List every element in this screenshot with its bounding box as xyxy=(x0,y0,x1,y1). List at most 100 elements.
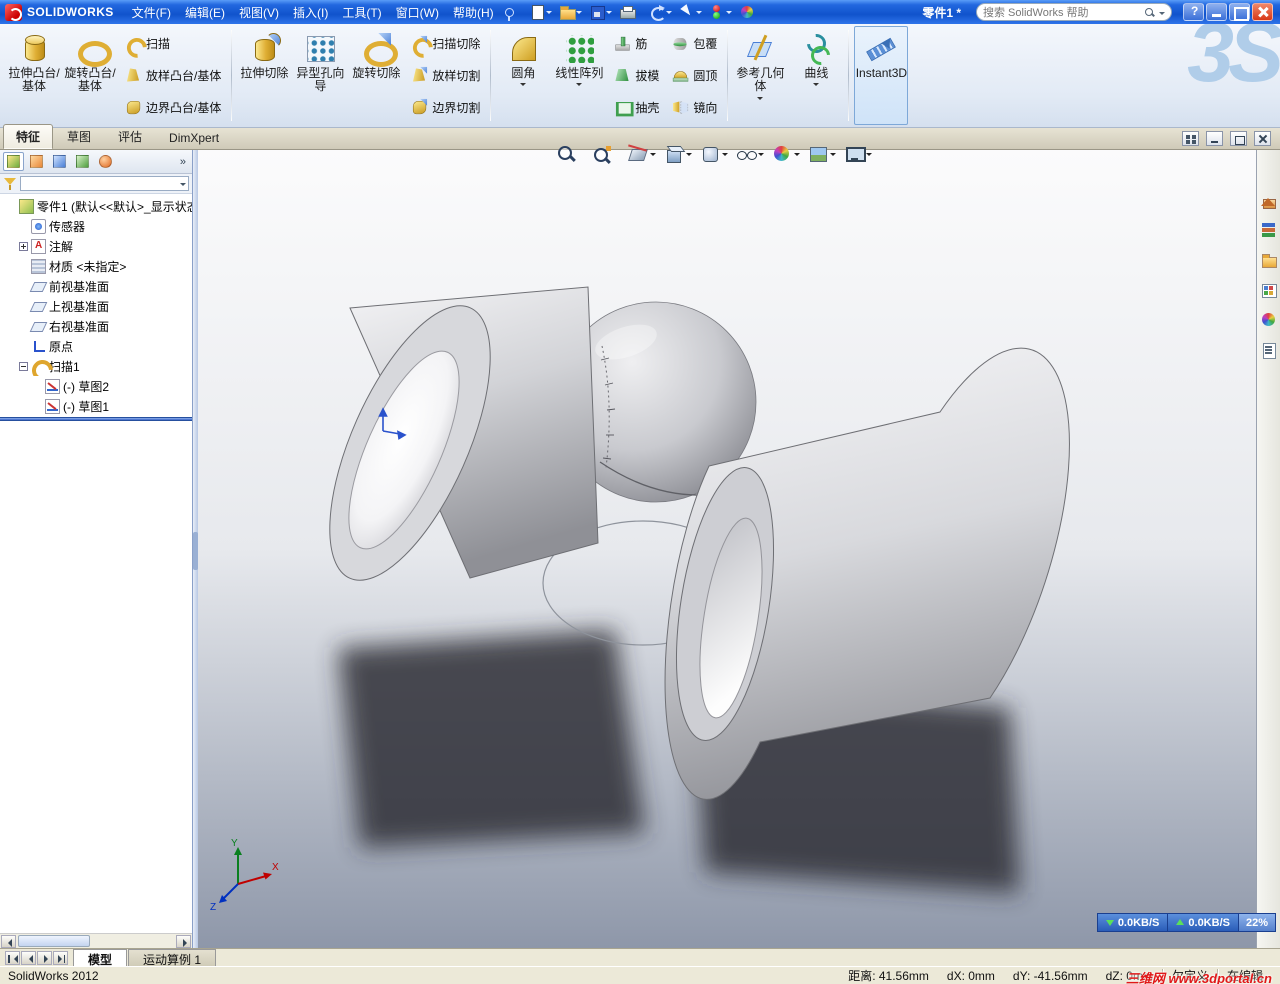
configurationmanager-tab-icon[interactable] xyxy=(49,152,70,171)
dropdown-caret[interactable] xyxy=(725,11,732,17)
next-tab-button[interactable] xyxy=(37,951,52,965)
zoom-fit-icon[interactable] xyxy=(556,144,584,164)
dropdown-caret[interactable] xyxy=(665,11,672,17)
dropdown-caret[interactable] xyxy=(686,153,692,159)
revolve-boss-button[interactable]: 旋转凸台/基体 xyxy=(63,26,117,125)
restore-document-icon[interactable] xyxy=(1230,131,1247,146)
extrude-boss-button[interactable]: 拉伸凸台/基体 xyxy=(7,26,61,125)
tree-item-annotations[interactable]: 注解 xyxy=(0,236,192,256)
hole-wizard-button[interactable]: 异型孔向导 xyxy=(293,26,347,125)
open-icon[interactable] xyxy=(557,3,585,21)
section-view-icon[interactable] xyxy=(628,144,656,164)
panel-overflow-chevron[interactable]: » xyxy=(177,156,189,168)
commandmanager-tab[interactable]: DimXpert xyxy=(156,127,232,149)
view-palette-icon[interactable] xyxy=(1258,280,1279,300)
minimize-document-icon[interactable] xyxy=(1206,131,1223,146)
appearances-scenes-icon[interactable] xyxy=(1258,310,1279,330)
display-style-icon[interactable] xyxy=(700,144,728,164)
curves-button[interactable]: 曲线 xyxy=(789,26,843,125)
scroll-left-button[interactable] xyxy=(1,934,16,948)
filter-caret[interactable] xyxy=(180,183,186,189)
menu-item[interactable]: 帮助(H) xyxy=(446,0,501,25)
close-document-icon[interactable] xyxy=(1254,131,1271,146)
search-icon[interactable] xyxy=(1145,7,1154,17)
solidworks-resources-icon[interactable] xyxy=(1258,190,1279,210)
rebuild-icon[interactable] xyxy=(707,3,735,21)
dropdown-caret[interactable] xyxy=(575,11,582,17)
fillet-button[interactable]: 圆角 xyxy=(496,26,550,125)
model-3d[interactable]: Y X Z xyxy=(198,150,1256,948)
filter-input[interactable] xyxy=(20,176,189,191)
filter-icon[interactable] xyxy=(3,177,17,191)
menu-item[interactable]: 编辑(E) xyxy=(178,0,232,25)
boundary-boss-button[interactable]: 边界凸台/基体 xyxy=(119,94,226,120)
tree-item-part-root[interactable]: 零件1 (默认<<默认>_显示状态... xyxy=(0,196,192,216)
last-tab-button[interactable] xyxy=(53,951,68,965)
rib-button[interactable]: 筋 xyxy=(608,31,664,57)
first-tab-button[interactable] xyxy=(5,951,20,965)
commandmanager-tab[interactable]: 草图 xyxy=(54,124,104,149)
file-explorer-icon[interactable] xyxy=(1258,250,1279,270)
tree-item-top-plane[interactable]: 上视基准面 xyxy=(0,296,192,316)
select-icon[interactable] xyxy=(677,3,705,21)
help-search-box[interactable]: 搜索 SolidWorks 帮助 xyxy=(976,3,1172,21)
sweep-cut-button[interactable]: 扫描切除 xyxy=(405,31,485,57)
dome-button[interactable]: 圆顶 xyxy=(666,62,722,88)
mirror-button[interactable]: 镜向 xyxy=(666,94,722,120)
previous-tab-button[interactable] xyxy=(21,951,36,965)
menu-pin-icon[interactable] xyxy=(504,7,514,21)
loft-cut-button[interactable]: 放样切割 xyxy=(405,62,485,88)
linear-pattern-button[interactable]: 线性阵列 xyxy=(552,26,606,125)
edit-appearance-icon[interactable] xyxy=(772,144,800,164)
pattern-dropdown-caret[interactable] xyxy=(576,83,583,89)
panel-horizontal-scrollbar[interactable] xyxy=(0,933,192,948)
tab-model[interactable]: 模型 xyxy=(73,949,128,967)
curves-dropdown-caret[interactable] xyxy=(813,83,820,89)
dropdown-caret[interactable] xyxy=(545,11,552,17)
scroll-right-button[interactable] xyxy=(176,934,191,948)
help-button[interactable] xyxy=(1183,3,1204,21)
dropdown-caret[interactable] xyxy=(605,11,612,17)
dropdown-caret[interactable] xyxy=(758,153,764,159)
tree-item-origin[interactable]: 原点 xyxy=(0,336,192,356)
dropdown-caret[interactable] xyxy=(794,153,800,159)
menu-item[interactable]: 窗口(W) xyxy=(389,0,446,25)
tree-expander-icon[interactable] xyxy=(19,241,28,251)
tab-motion-study[interactable]: 运动算例 1 xyxy=(128,949,217,967)
tree-item-sweep1[interactable]: 扫描1 xyxy=(0,356,192,376)
maximize-button[interactable] xyxy=(1229,3,1250,21)
edit-appearance-icon[interactable] xyxy=(737,3,765,21)
menu-item[interactable]: 插入(I) xyxy=(286,0,335,25)
fillet-dropdown-caret[interactable] xyxy=(520,83,527,89)
boundary-cut-button[interactable]: 边界切割 xyxy=(405,94,485,120)
tree-item-material[interactable]: 材质 <未指定> xyxy=(0,256,192,276)
view-orientation-icon[interactable] xyxy=(664,144,692,164)
tree-item-right-plane[interactable]: 右视基准面 xyxy=(0,316,192,336)
tree-item-sensors[interactable]: 传感器 xyxy=(0,216,192,236)
dimxpertmanager-tab-icon[interactable] xyxy=(72,152,93,171)
print-icon[interactable] xyxy=(617,3,645,21)
hide-show-items-icon[interactable] xyxy=(736,144,764,164)
tree-item-sketch2[interactable]: (-) 草图2 xyxy=(0,376,192,396)
save-icon[interactable] xyxy=(587,3,615,21)
new-document-icon[interactable] xyxy=(527,3,555,21)
scroll-thumb[interactable] xyxy=(18,935,90,947)
commandmanager-tab[interactable]: 特征 xyxy=(3,124,54,149)
featuremanager-tab-icon[interactable] xyxy=(3,152,24,171)
refgeom-dropdown-caret[interactable] xyxy=(757,96,764,103)
dropdown-caret[interactable] xyxy=(830,153,836,159)
displaymanager-tab-icon[interactable] xyxy=(95,152,116,171)
zoom-to-area-icon[interactable] xyxy=(592,144,620,164)
wrap-button[interactable]: 包覆 xyxy=(666,31,722,57)
loft-boss-button[interactable]: 放样凸台/基体 xyxy=(119,62,226,88)
commandmanager-tab[interactable]: 评估 xyxy=(105,124,155,149)
undo-icon[interactable] xyxy=(647,3,675,21)
search-dropdown-caret[interactable] xyxy=(1159,11,1165,18)
minimize-button[interactable] xyxy=(1206,3,1227,21)
menu-item[interactable]: 文件(F) xyxy=(125,0,178,25)
dropdown-caret[interactable] xyxy=(866,153,872,159)
dropdown-caret[interactable] xyxy=(695,11,702,17)
design-library-icon[interactable] xyxy=(1258,220,1279,240)
tree-item-front-plane[interactable]: 前视基准面 xyxy=(0,276,192,296)
menu-item[interactable]: 工具(T) xyxy=(335,0,388,25)
